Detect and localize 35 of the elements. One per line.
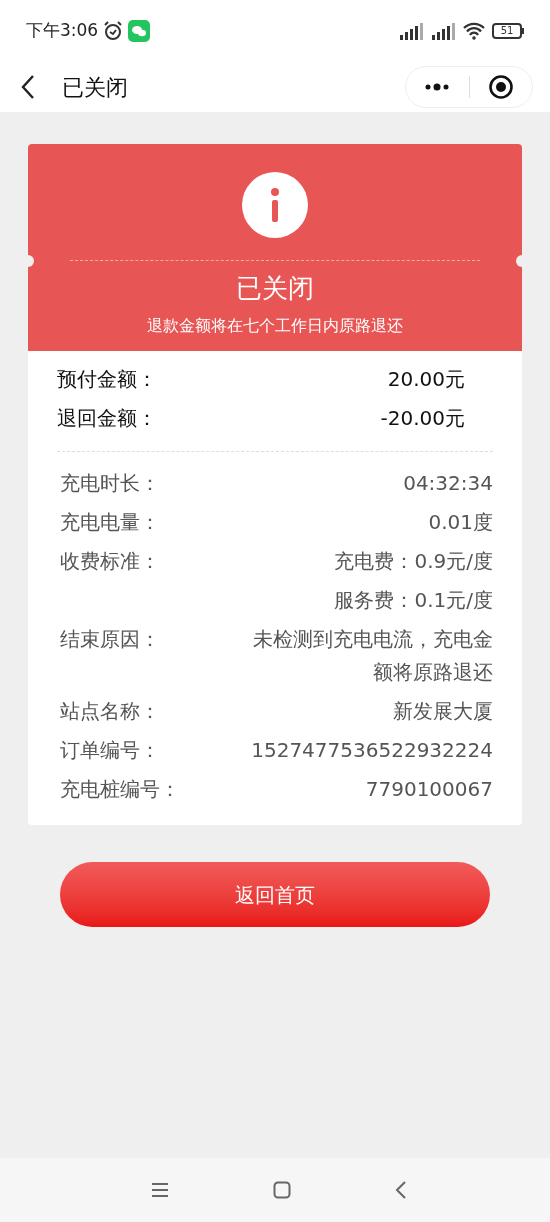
back-icon[interactable] xyxy=(20,74,36,100)
detail-value: 新发展大厦 xyxy=(393,698,493,725)
close-icon[interactable] xyxy=(487,74,514,100)
home-icon[interactable] xyxy=(273,1181,291,1199)
detail-label: 结束原因： xyxy=(60,626,160,653)
detail-value: 未检测到充电电流，充电金额将原路退还 xyxy=(252,626,493,686)
back-home-button[interactable]: 返回首页 xyxy=(60,862,490,927)
battery-level: 51 xyxy=(500,26,514,36)
signal-icon xyxy=(430,22,456,40)
status-title: 已关闭 xyxy=(236,272,314,305)
menu-icon[interactable] xyxy=(151,1182,169,1198)
status-time: 下午3:06 xyxy=(26,19,99,43)
amount-value: 20.00元 xyxy=(387,365,465,393)
detail-value: 04:32:34 xyxy=(403,470,493,497)
status-subtitle: 退款金额将在七个工作日内原路退还 xyxy=(147,315,403,337)
chat-app-icon xyxy=(128,20,151,42)
detail-label: 收费标准： xyxy=(60,548,160,575)
detail-value: 充电费：0.9元/度 xyxy=(334,548,493,575)
detail-value: 7790100067 xyxy=(365,776,493,803)
signal-icon xyxy=(398,22,424,40)
detail-label: 充电桩编号： xyxy=(60,776,180,803)
page-title: 已关闭 xyxy=(62,73,128,102)
detail-label: 充电电量： xyxy=(60,509,160,536)
detail-value: 1527477536522932224 xyxy=(251,737,493,764)
amount-label: 退回金额： xyxy=(57,404,157,432)
more-icon[interactable] xyxy=(424,83,451,91)
detail-label: 站点名称： xyxy=(60,698,160,725)
amount-label: 预付金额： xyxy=(57,365,157,393)
detail-label: 充电时长： xyxy=(60,470,160,497)
detail-value: 服务费：0.1元/度 xyxy=(334,587,493,614)
detail-value: 0.01度 xyxy=(428,509,493,536)
amount-value: -20.00元 xyxy=(380,404,465,432)
wifi-icon xyxy=(462,22,486,40)
info-icon xyxy=(242,172,308,238)
detail-label: 订单编号： xyxy=(60,737,160,764)
